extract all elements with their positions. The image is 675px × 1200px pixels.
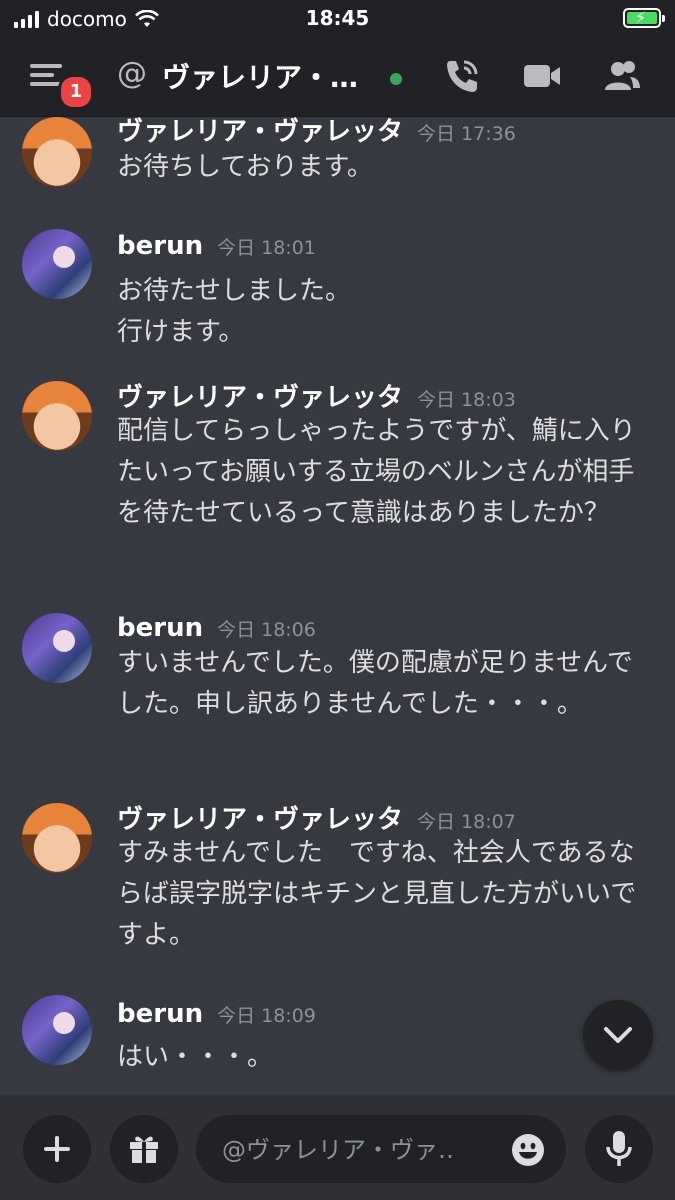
- message-list[interactable]: ヴァレリア・ヴァレッタ 今日 17:36 お待ちしております。 berun 今日 1…: [0, 117, 675, 1095]
- author-name[interactable]: ヴァレリア・ヴァレッタ 今日 17:36: [117, 117, 516, 148]
- status-bar: docomo 18:45 ⚡: [0, 0, 675, 38]
- timestamp: 今日 18:06: [217, 619, 316, 641]
- author-name-text: ヴァレリア・ヴァレッタ: [117, 383, 404, 413]
- avatar[interactable]: [22, 613, 92, 683]
- author-name-text: ヴァレリア・ヴァレッタ: [117, 805, 404, 835]
- avatar[interactable]: [22, 803, 92, 873]
- timestamp: 今日 18:01: [217, 237, 316, 259]
- message-text: すみませんでした ですね、社会人であるならば誤字脱字はキチンと見直した方がいいで…: [117, 838, 637, 950]
- message-text: はい・・・。: [117, 1042, 274, 1072]
- chevron-down-icon: [604, 1027, 632, 1043]
- avatar[interactable]: [22, 381, 92, 451]
- avatar[interactable]: [22, 229, 92, 299]
- message-text: お待たせしました。 行けます。: [117, 276, 352, 347]
- timestamp: 今日 17:36: [417, 123, 516, 145]
- gift-button[interactable]: [110, 1115, 178, 1183]
- message-composer: [0, 1095, 675, 1200]
- channel-header: 1 @ ヴァレリア・…: [0, 38, 675, 117]
- author-name[interactable]: berun 今日 18:09: [117, 999, 316, 1029]
- microphone-icon: [606, 1131, 632, 1166]
- menu-icon-bar: [30, 82, 62, 86]
- emoji-icon[interactable]: [511, 1133, 545, 1167]
- message-text: 配信してらっしゃったようですが、鯖に入りたいってお願いする立場のベルンさんが相手…: [117, 416, 636, 528]
- message-input[interactable]: [220, 1115, 514, 1185]
- add-attachment-button[interactable]: [23, 1115, 91, 1183]
- voice-message-button[interactable]: [585, 1115, 653, 1183]
- clock: 18:45: [305, 6, 370, 30]
- jump-to-latest-button[interactable]: [583, 1000, 653, 1070]
- battery-charging-icon: ⚡: [623, 8, 665, 28]
- timestamp: 今日 18:07: [417, 811, 516, 833]
- gift-icon: [130, 1136, 158, 1163]
- plus-icon: [44, 1136, 70, 1162]
- unread-badge: 1: [58, 74, 94, 110]
- members-icon[interactable]: [602, 56, 642, 96]
- message-input-container: [196, 1115, 566, 1185]
- avatar[interactable]: [22, 117, 92, 187]
- menu-icon-bar: [30, 73, 54, 77]
- message-text: お待ちしております。: [117, 152, 373, 182]
- author-name[interactable]: berun 今日 18:06: [117, 613, 316, 643]
- author-name-text: berun: [117, 999, 204, 1029]
- at-icon: @: [117, 56, 147, 91]
- message-text: すいませんでした。僕の配慮が足りませんでした。申し訳ありませんでした・・・。: [117, 648, 633, 719]
- call-icon[interactable]: [442, 56, 482, 96]
- timestamp: 今日 18:03: [417, 389, 516, 411]
- menu-icon: [30, 64, 62, 68]
- dm-title[interactable]: ヴァレリア・…: [162, 56, 382, 96]
- author-name[interactable]: ヴァレリア・ヴァレッタ 今日 18:07: [117, 799, 516, 836]
- author-name[interactable]: ヴァレリア・ヴァレッタ 今日 18:03: [117, 377, 516, 414]
- author-name-text: berun: [117, 613, 204, 643]
- author-name-text: berun: [117, 231, 204, 261]
- avatar[interactable]: [22, 995, 92, 1065]
- online-status-icon: [390, 73, 402, 85]
- video-icon[interactable]: [522, 60, 562, 92]
- author-name-text: ヴァレリア・ヴァレッタ: [117, 117, 404, 147]
- author-name[interactable]: berun 今日 18:01: [117, 231, 316, 261]
- timestamp: 今日 18:09: [217, 1005, 316, 1027]
